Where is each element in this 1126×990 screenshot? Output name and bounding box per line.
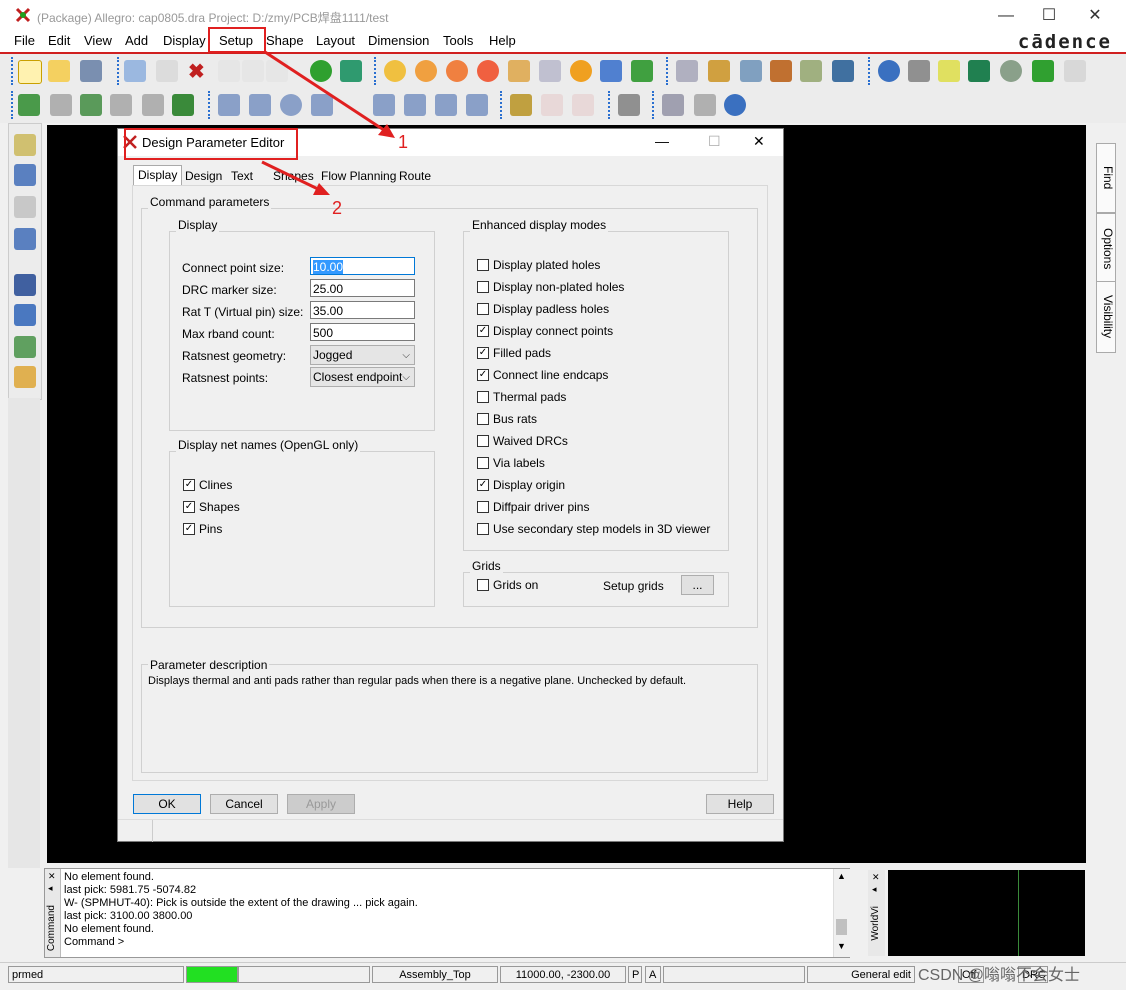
worldview-side-label: WorldVi [870, 906, 881, 941]
arrow-1-line [264, 50, 391, 136]
annotation-arrows [261, 50, 395, 195]
command-console[interactable]: ✕ ◂ Command ▲ ▼ No element found. last pi… [44, 868, 850, 958]
status-bar: prmed Assembly_Top 11000.00, -2300.00 P … [0, 962, 1126, 990]
console-arrow-icon[interactable]: ◂ [48, 883, 53, 894]
csdn-watermark: CSDN @嗡嗡不会女士 [918, 967, 1081, 984]
status-layer[interactable]: Assembly_Top [372, 966, 498, 983]
console-line: last pick: 5981.75 -5074.82 [64, 884, 197, 896]
annotation-1: 1 [398, 132, 409, 152]
worldview-crosshair [1018, 870, 1019, 956]
status-a-button[interactable]: A [645, 966, 661, 983]
arrow-2-line [261, 160, 321, 192]
worldview-side-panel: ✕ ◂ WorldVi [868, 870, 885, 956]
console-side-label: Command [46, 905, 57, 952]
status-p-button[interactable]: P [628, 966, 642, 983]
world-view-panel[interactable] [888, 870, 1085, 956]
worldview-arrow-icon[interactable]: ◂ [872, 884, 877, 895]
status-command: prmed [8, 966, 184, 983]
scroll-down-icon[interactable]: ▼ [837, 941, 846, 951]
console-line: last pick: 3100.00 3800.00 [64, 910, 193, 922]
status-blank [238, 966, 370, 983]
status-coordinates: 11000.00, -2300.00 [500, 966, 626, 983]
console-scrollbar[interactable]: ▲ ▼ [833, 869, 850, 957]
scroll-up-icon[interactable]: ▲ [837, 871, 846, 881]
status-mode: General edit [807, 966, 915, 983]
console-line: Command > [64, 936, 125, 948]
console-line: No element found. [64, 871, 154, 883]
console-close-icon[interactable]: ✕ [48, 871, 56, 882]
console-side-panel: ✕ ◂ Command [45, 869, 61, 957]
scroll-thumb[interactable] [836, 919, 847, 935]
status-blank-2 [663, 966, 805, 983]
worldview-close-icon[interactable]: ✕ [872, 872, 880, 883]
status-idle-indicator [186, 966, 238, 983]
annotation-2: 2 [332, 198, 343, 218]
console-line: W- (SPMHUT-40): Pick is outside the exte… [64, 897, 418, 909]
console-line: No element found. [64, 923, 154, 935]
